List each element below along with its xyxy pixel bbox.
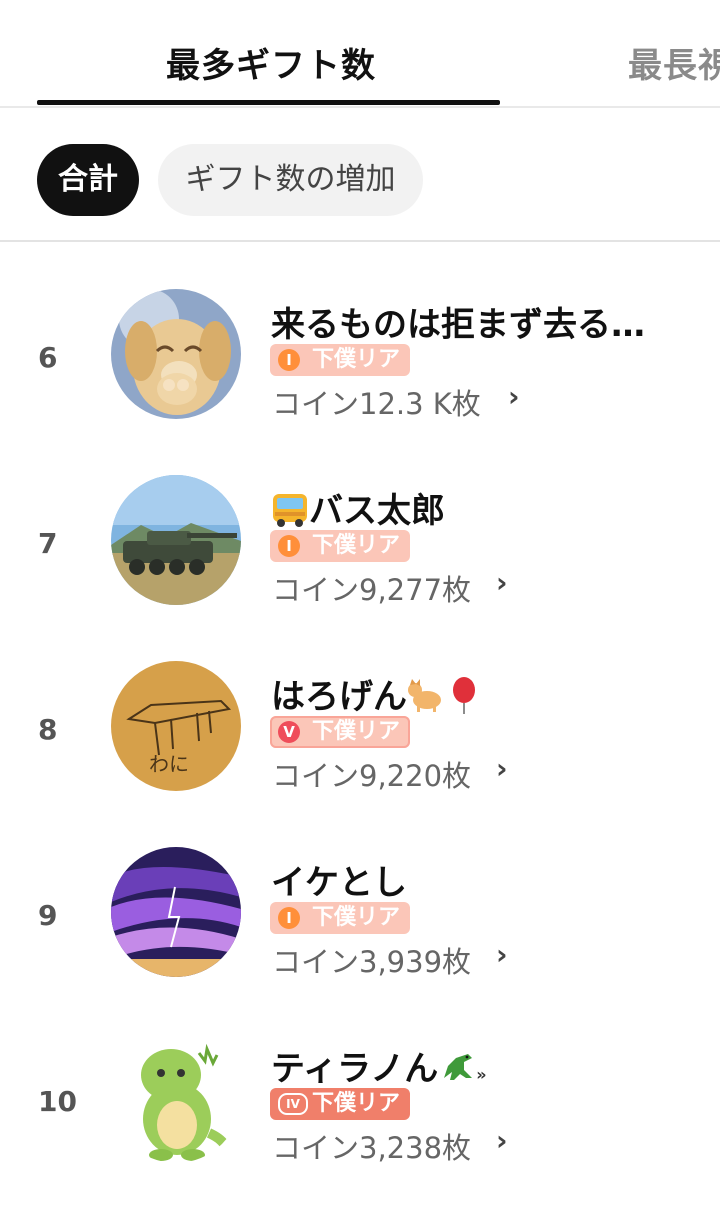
more-indicator: »	[476, 1065, 487, 1084]
avatar[interactable]	[111, 289, 241, 419]
fan-level-badge: IV 下僕リア	[270, 1088, 411, 1120]
filter-total-chip[interactable]: 合計	[37, 144, 139, 216]
heart-level-icon: I	[278, 349, 300, 371]
user-name[interactable]: イケとし	[271, 855, 407, 904]
svg-text:わに: わに	[149, 752, 189, 776]
list-item[interactable]: 8 わに はろげん V 下僕リア コイン9,220枚 ›	[0, 649, 720, 835]
list-item[interactable]: 6 来るものは拒まず去る… I 下僕リア コイン12.3 K枚 ›	[0, 277, 720, 463]
user-name[interactable]: 来るものは拒まず去る…	[271, 297, 645, 346]
user-name[interactable]: バス太郎	[271, 483, 445, 532]
tank-avatar-icon	[111, 475, 241, 605]
heart-level-icon: IV	[278, 1093, 308, 1115]
heart-level-icon: V	[278, 721, 300, 743]
fan-level-badge: I 下僕リア	[270, 530, 411, 562]
rank-number: 7	[38, 527, 58, 560]
badge-label: 下僕リア	[312, 719, 401, 744]
user-name[interactable]: はろげん	[271, 669, 483, 718]
storm-sky-avatar-icon	[111, 847, 241, 977]
rank-number: 10	[38, 1085, 77, 1118]
chevron-right-icon[interactable]: ›	[496, 566, 508, 599]
coin-count: コイン3,939枚	[272, 945, 472, 979]
coin-count: コイン12.3 K枚	[272, 387, 481, 421]
user-name-text: バス太郎	[309, 491, 445, 531]
badge-label: 下僕リア	[312, 347, 401, 372]
t-rex-icon	[438, 1048, 476, 1086]
list-item[interactable]: 9 イケとし I 下僕リア コイン3,939枚 ›	[0, 835, 720, 1021]
tab-most-gifts[interactable]: 最多ギフト数	[166, 38, 376, 87]
rank-number: 6	[38, 341, 58, 374]
crocodile-drawing-avatar-icon: わに	[111, 661, 241, 791]
avatar[interactable]	[111, 1033, 241, 1163]
chevron-right-icon[interactable]: ›	[496, 752, 508, 785]
avatar[interactable]	[111, 475, 241, 605]
ranking-tabs: 最多ギフト数 最長視	[0, 0, 720, 108]
bus-icon	[271, 490, 309, 528]
rank-number: 9	[38, 899, 58, 932]
chevron-right-icon[interactable]: ›	[496, 938, 508, 971]
tab-longest-watch[interactable]: 最長視	[628, 38, 720, 87]
user-name-text: ティラノん	[271, 1049, 439, 1089]
avatar[interactable]: わに	[111, 661, 241, 791]
avatar[interactable]	[111, 847, 241, 977]
active-tab-indicator	[37, 100, 500, 105]
rank-number: 8	[38, 713, 58, 746]
list-item[interactable]: 10 ティラノん » IV 下僕リア コイン3,238枚 ›	[0, 1021, 720, 1207]
fan-level-badge: I 下僕リア	[270, 344, 411, 376]
puppy-avatar-icon	[111, 289, 241, 419]
badge-label: 下僕リア	[312, 533, 401, 558]
heart-level-icon: I	[278, 907, 300, 929]
user-name-text: はろげん	[271, 677, 407, 717]
dinosaur-avatar-icon	[111, 1033, 241, 1163]
coin-count: コイン3,238枚	[272, 1131, 472, 1165]
chevron-right-icon[interactable]: ›	[496, 1124, 508, 1157]
list-item[interactable]: 7 バス太郎 I 下僕リア コイン9,277枚 ›	[0, 463, 720, 649]
fan-level-badge: I 下僕リア	[270, 902, 411, 934]
heart-level-icon: I	[278, 535, 300, 557]
coin-count: コイン9,220枚	[272, 759, 472, 793]
chevron-right-icon[interactable]: ›	[508, 380, 520, 413]
filter-gift-increase-chip[interactable]: ギフト数の増加	[158, 144, 423, 216]
user-name[interactable]: ティラノん »	[271, 1041, 487, 1090]
badge-label: 下僕リア	[312, 1091, 401, 1116]
fan-level-badge: V 下僕リア	[270, 716, 411, 748]
coin-count: コイン9,277枚	[272, 573, 472, 607]
cat-icon	[407, 676, 445, 714]
filter-bar: 合計 ギフト数の増加	[0, 107, 720, 242]
badge-label: 下僕リア	[312, 905, 401, 930]
balloon-icon	[445, 676, 483, 714]
